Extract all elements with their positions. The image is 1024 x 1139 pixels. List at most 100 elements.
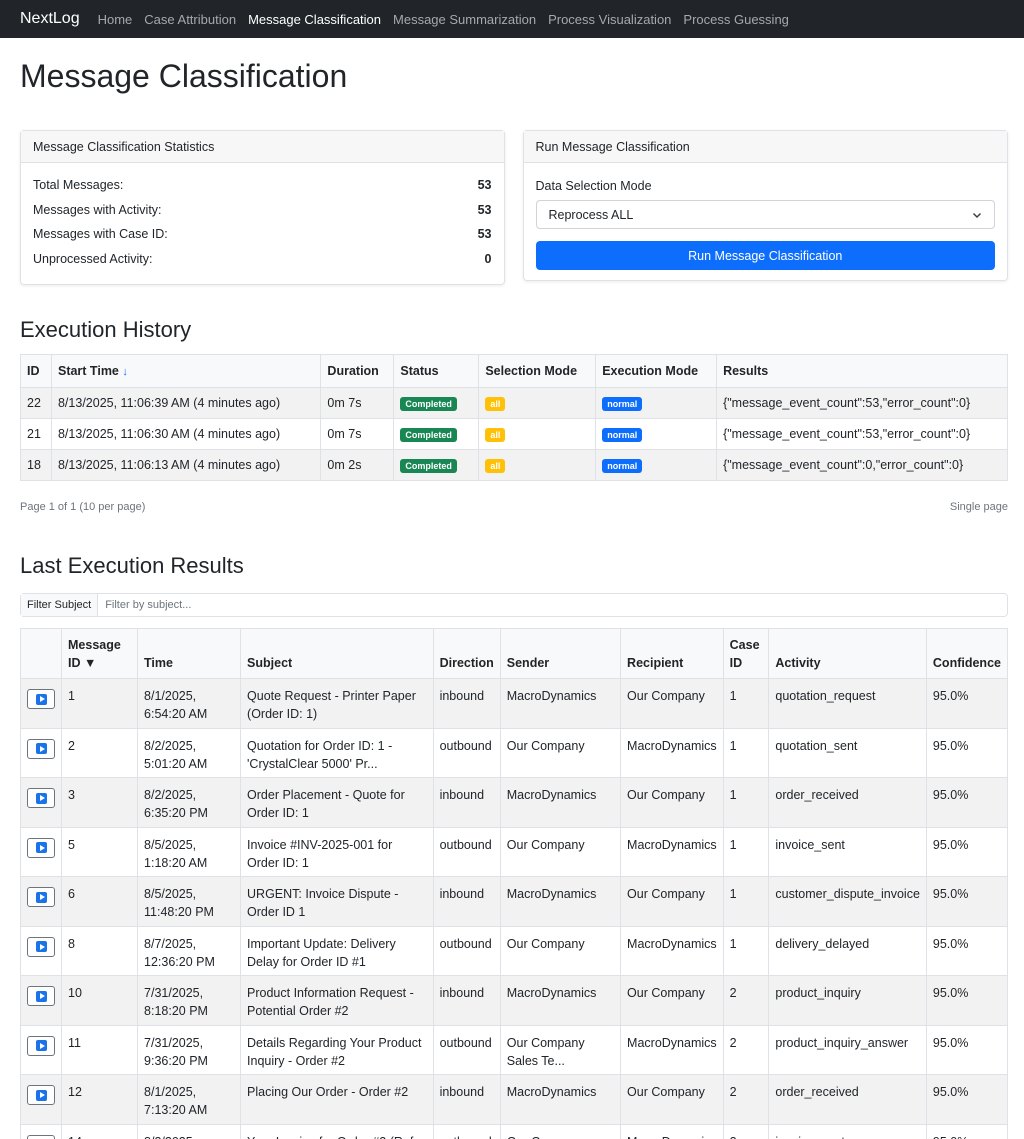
col-sender[interactable]: Sender — [499, 628, 622, 679]
mode-select[interactable]: Reprocess ALL — [535, 200, 995, 229]
history-execution: normal — [595, 387, 718, 419]
col-direction[interactable]: Direction — [432, 628, 501, 679]
cell-confidence: 95.0% — [925, 678, 1009, 729]
cell-recipient: MacroDynamics — [620, 727, 724, 778]
history-row[interactable]: 18 8/13/2025, 11:06:13 AM (4 minutes ago… — [20, 449, 1008, 481]
results-title: Last Execution Results — [20, 553, 244, 578]
nav-message-summarization[interactable]: Message Summarization — [393, 12, 536, 27]
cell-confidence: 95.0% — [925, 777, 1009, 828]
cell-time: 7/31/2025, 9:36:20 PM — [137, 1024, 242, 1075]
col-subject[interactable]: Subject — [240, 628, 434, 679]
view-cell — [20, 777, 62, 828]
nav-process-guessing[interactable]: Process Guessing — [683, 12, 789, 27]
history-duration: 0m 7s — [320, 418, 395, 450]
stat-label: Unprocessed Activity: — [33, 251, 153, 266]
nav-message-classification[interactable]: Message Classification — [248, 12, 381, 27]
view-cell — [20, 975, 62, 1026]
col-message-id[interactable]: Message ID ▼ — [60, 628, 139, 679]
cell-subject: Product Information Request - Potential … — [240, 975, 434, 1026]
col-start-time[interactable]: Start Time ↓ — [50, 354, 322, 388]
play-icon — [35, 990, 47, 1002]
cell-message-id: 10 — [60, 975, 139, 1026]
nav-home[interactable]: Home — [98, 12, 133, 27]
cell-message-id: 6 — [60, 876, 139, 927]
col-activity[interactable]: Activity — [768, 628, 927, 679]
view-cell — [20, 1024, 62, 1075]
view-message-button[interactable] — [27, 1085, 55, 1105]
col-message-id-line2: ID ▼ — [68, 656, 97, 670]
nav-case-attribution[interactable]: Case Attribution — [144, 12, 236, 27]
nav-process-visualization[interactable]: Process Visualization — [548, 12, 671, 27]
cell-confidence: 95.0% — [925, 727, 1009, 778]
cell-direction: outbound — [432, 826, 501, 877]
view-cell — [20, 925, 62, 976]
view-message-button[interactable] — [27, 887, 55, 907]
history-row[interactable]: 22 8/13/2025, 11:06:39 AM (4 minutes ago… — [20, 387, 1008, 419]
execution-badge: normal — [602, 396, 643, 411]
col-duration[interactable]: Duration — [320, 354, 395, 388]
filter-subject-input[interactable]: Filter by subject... — [98, 594, 1007, 616]
history-row[interactable]: 21 8/13/2025, 11:06:30 AM (4 minutes ago… — [20, 418, 1008, 450]
history-results: {"message_event_count":53,"error_count":… — [716, 387, 1008, 419]
view-message-button[interactable] — [27, 788, 55, 808]
col-selection-mode[interactable]: Selection Mode — [478, 354, 597, 388]
view-cell — [20, 1074, 62, 1125]
run-classification-button[interactable]: Run Message Classification — [535, 241, 995, 270]
col-execution-mode[interactable]: Execution Mode — [595, 354, 718, 388]
col-case-id[interactable]: Case ID — [722, 628, 770, 679]
cell-case-id: 1 — [722, 826, 770, 877]
col-confidence[interactable]: Confidence — [925, 628, 1009, 679]
execution-badge: normal — [602, 458, 643, 473]
cell-direction: outbound — [432, 1123, 501, 1139]
cell-sender: MacroDynamics — [499, 975, 622, 1026]
cell-confidence: 95.0% — [925, 1024, 1009, 1075]
view-message-button[interactable] — [27, 1035, 55, 1056]
history-header-row: ID Start Time ↓ Duration Status Selectio… — [20, 354, 1008, 388]
view-cell — [20, 826, 62, 877]
history-selection: all — [478, 418, 597, 450]
results-header-row: Message ID ▼ Time Subject Direction Sende… — [20, 628, 1009, 679]
sort-down-icon: ↓ — [122, 366, 128, 378]
col-recipient[interactable]: Recipient — [620, 628, 724, 679]
cell-sender: Our Company — [499, 727, 622, 778]
subject-filter: Filter Subject Filter by subject... — [20, 593, 1008, 617]
col-time[interactable]: Time — [137, 628, 242, 679]
col-message-id-line1: Message — [68, 638, 121, 652]
cell-direction: inbound — [432, 777, 501, 828]
cell-subject: Details Regarding Your Product Inquiry -… — [240, 1024, 434, 1075]
play-icon — [35, 891, 47, 903]
pager-info: Page 1 of 1 (10 per page) — [20, 501, 146, 513]
execution-badge: normal — [602, 427, 643, 442]
view-message-button[interactable] — [27, 936, 55, 957]
cell-activity: invoice_sent — [768, 826, 927, 877]
history-title: Execution History — [20, 317, 192, 342]
history-duration: 0m 2s — [320, 449, 395, 481]
brand-logo[interactable]: NextLog — [20, 10, 80, 28]
col-id[interactable]: ID — [20, 354, 52, 388]
view-message-button[interactable] — [27, 986, 55, 1006]
cell-activity: customer_dispute_invoice — [768, 876, 927, 927]
history-table: ID Start Time ↓ Duration Status Selectio… — [20, 354, 1008, 481]
cell-time: 8/5/2025, 1:18:20 AM — [137, 826, 242, 877]
cell-subject: Quotation for Order ID: 1 - 'CrystalClea… — [240, 727, 434, 778]
history-results: {"message_event_count":0,"error_count":0… — [716, 449, 1008, 481]
stat-row: Unprocessed Activity: 0 — [33, 247, 492, 272]
view-message-button[interactable] — [27, 837, 55, 858]
cell-case-id: 2 — [722, 1123, 770, 1139]
stats-list: Total Messages: 53 Messages with Activit… — [21, 163, 504, 271]
view-message-button[interactable] — [27, 1134, 55, 1139]
cell-case-id: 1 — [722, 777, 770, 828]
view-message-button[interactable] — [27, 689, 55, 709]
stat-row: Messages with Case ID: 53 — [33, 222, 492, 247]
col-status[interactable]: Status — [393, 354, 480, 388]
cell-recipient: MacroDynamics — [620, 826, 724, 877]
view-message-button[interactable] — [27, 738, 55, 759]
col-case-id-line1: Case — [729, 638, 760, 652]
cell-time: 8/5/2025, 11:48:20 PM — [137, 876, 242, 927]
cell-direction: inbound — [432, 678, 501, 729]
stat-label: Total Messages: — [33, 178, 124, 193]
col-results[interactable]: Results — [716, 354, 1008, 388]
page-title: Message Classification — [20, 58, 348, 94]
cell-time: 8/7/2025, 12:36:20 PM — [137, 925, 242, 976]
cell-subject: Important Update: Delivery Delay for Ord… — [240, 925, 434, 976]
